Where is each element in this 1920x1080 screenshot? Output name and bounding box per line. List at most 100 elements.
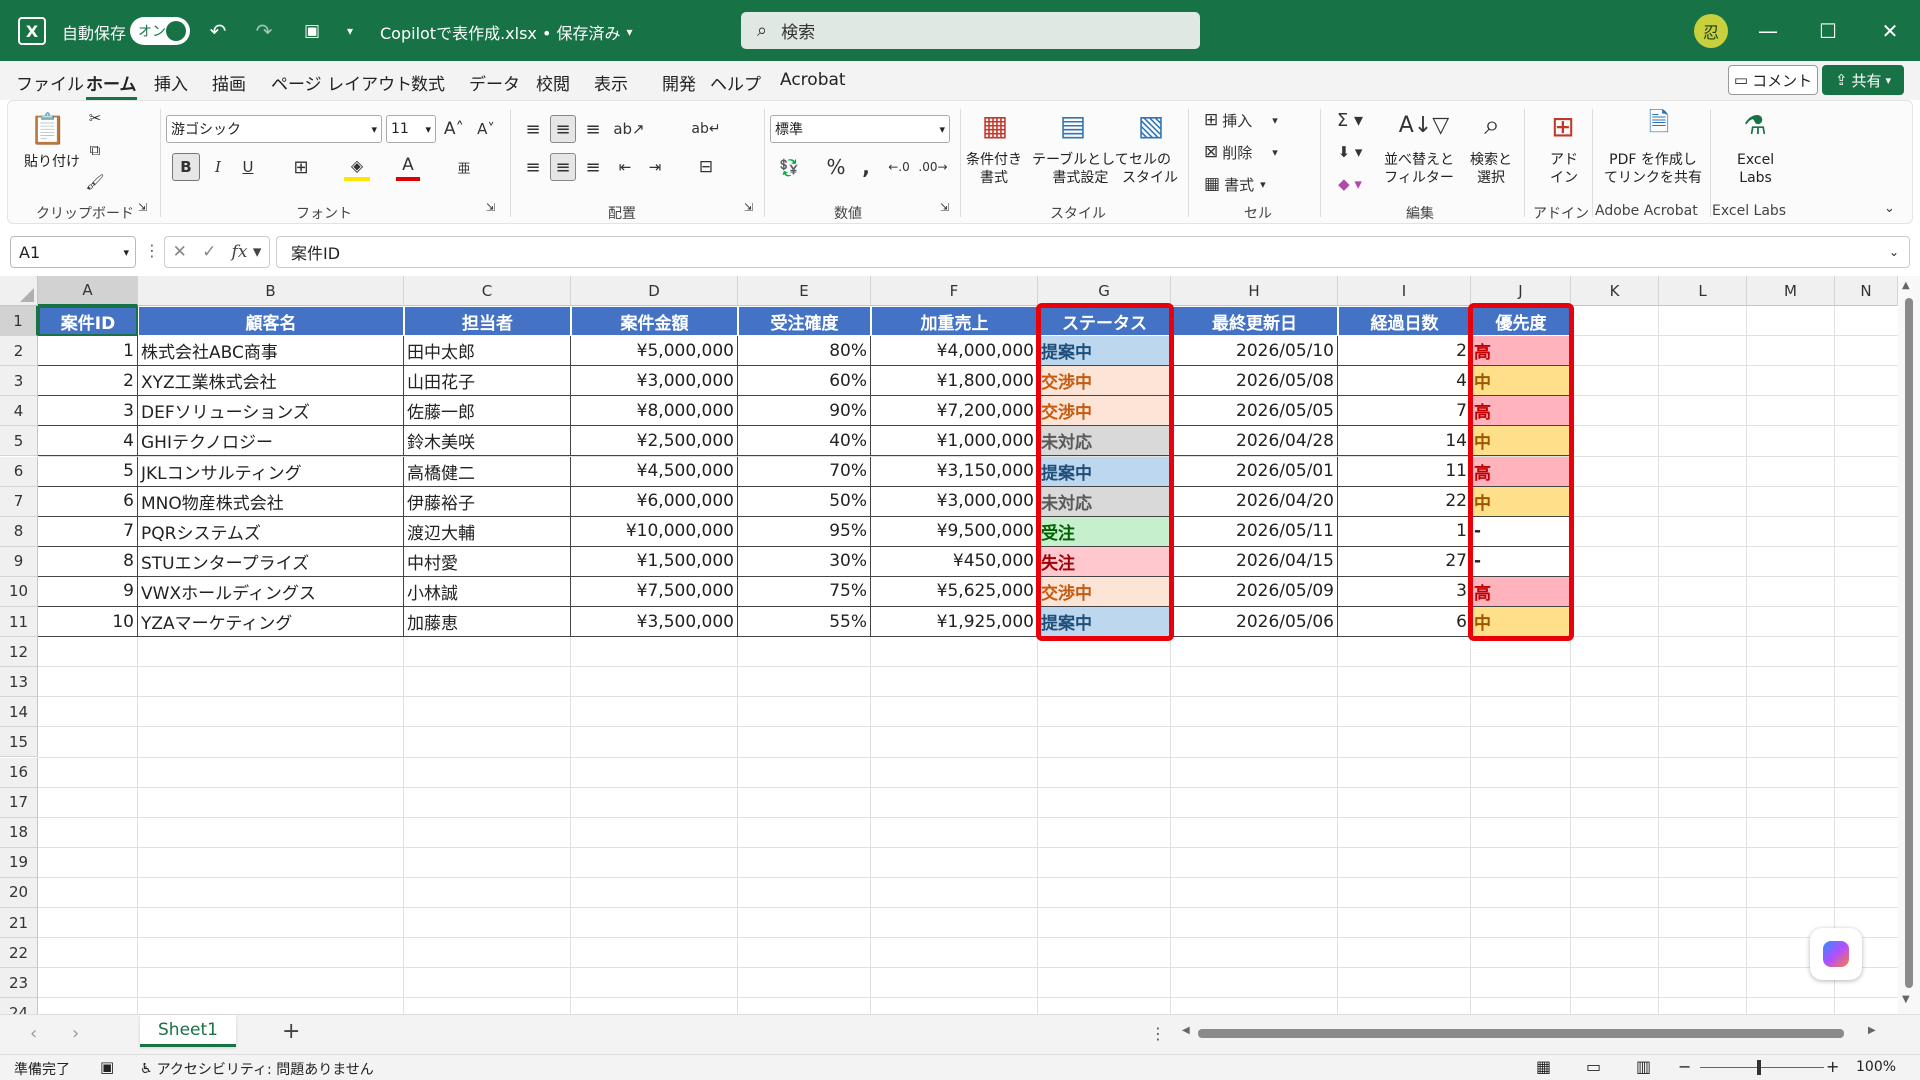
page-break-view-icon[interactable]: ▥ (1636, 1057, 1651, 1076)
sort-filter-icon[interactable]: A↓▽ (1399, 105, 1449, 145)
table-cell[interactable]: 2026/05/06 (1171, 607, 1338, 638)
table-cell[interactable]: 8 (38, 546, 138, 577)
table-header-cell[interactable]: 最終更新日 (1171, 306, 1338, 337)
document-title[interactable]: Copilotで表作成.xlsx • 保存済み ▾ (380, 20, 633, 44)
decrease-font-icon[interactable]: A˅ (474, 115, 498, 143)
font-color-icon[interactable]: A (396, 153, 420, 181)
align-left-icon[interactable]: ≡ (520, 153, 546, 181)
enter-icon[interactable]: ✓ (202, 242, 216, 262)
table-cell[interactable]: ¥1,800,000 (871, 366, 1038, 397)
row-header[interactable]: 16 (0, 757, 38, 788)
italic-icon[interactable]: I (206, 153, 230, 181)
table-cell[interactable]: 2026/05/11 (1171, 516, 1338, 547)
align-center-icon[interactable]: ≡ (550, 153, 576, 181)
row-header[interactable]: 19 (0, 847, 38, 878)
table-cell[interactable]: ¥1,925,000 (871, 607, 1038, 638)
table-cell[interactable]: 中村愛 (404, 546, 571, 577)
row-header[interactable]: 23 (0, 968, 38, 999)
row-header[interactable]: 22 (0, 938, 38, 969)
more-options-icon[interactable]: ⋮ (1150, 1024, 1166, 1043)
table-cell[interactable]: 2026/05/08 (1171, 366, 1338, 397)
sheet-tab[interactable]: Sheet1 (140, 1015, 236, 1047)
column-header[interactable]: F (871, 276, 1038, 306)
table-cell[interactable]: 4 (1338, 366, 1471, 397)
row-header[interactable]: 13 (0, 667, 38, 698)
cell-styles-button[interactable]: セルの スタイル (1122, 151, 1178, 187)
decrease-indent-icon[interactable]: ⇤ (612, 153, 638, 181)
table-cell[interactable]: 1 (38, 336, 138, 367)
conditional-format-icon[interactable]: ▦ (976, 107, 1014, 143)
row-header[interactable]: 11 (0, 607, 38, 638)
table-cell[interactable]: 40% (738, 426, 871, 457)
more-options-icon[interactable]: ⋮ (144, 241, 160, 260)
row-header[interactable]: 20 (0, 877, 38, 908)
row-header[interactable]: 14 (0, 697, 38, 728)
quick-access-icon[interactable]: ▣ (298, 18, 326, 44)
table-cell[interactable]: 山田花子 (404, 366, 571, 397)
cell-styles-icon[interactable]: ▧ (1132, 107, 1170, 143)
tab-0[interactable]: ファイル (16, 70, 84, 95)
row-header[interactable]: 17 (0, 787, 38, 818)
dialog-launcher-icon[interactable]: ⇲ (940, 201, 949, 214)
zoom-slider[interactable] (1700, 1067, 1824, 1068)
comma-style-icon[interactable]: , (856, 153, 876, 181)
tab-2[interactable]: 挿入 (154, 70, 188, 95)
dialog-launcher-icon[interactable]: ⇲ (138, 201, 147, 214)
table-header-cell[interactable]: 担当者 (404, 306, 571, 337)
table-header-cell[interactable]: 受注確度 (738, 306, 871, 337)
table-cell[interactable]: 9 (38, 576, 138, 607)
merge-center-icon[interactable]: ⊟ (692, 153, 720, 181)
find-select-icon[interactable]: ⌕ (1472, 105, 1512, 145)
table-header-cell[interactable]: 案件金額 (571, 306, 738, 337)
zoom-slider-thumb[interactable] (1757, 1060, 1761, 1075)
borders-icon[interactable]: ⊞ (288, 153, 314, 181)
table-cell[interactable]: 2026/05/09 (1171, 576, 1338, 607)
excel-labs-icon[interactable]: ⚗ (1736, 107, 1774, 145)
dialog-launcher-icon[interactable]: ⇲ (486, 201, 495, 214)
column-header[interactable]: G (1038, 276, 1171, 306)
column-header[interactable]: C (404, 276, 571, 306)
table-cell[interactable]: XYZ工業株式会社 (138, 366, 404, 397)
format-painter-icon[interactable]: 🖌 (84, 171, 106, 193)
fill-color-icon[interactable]: ◈ (344, 153, 370, 181)
table-cell[interactable]: ¥3,150,000 (871, 456, 1038, 487)
table-cell[interactable]: 3 (38, 396, 138, 427)
table-cell[interactable]: ¥3,500,000 (571, 607, 738, 638)
clear-icon[interactable]: ◆ ▾ (1330, 171, 1370, 197)
tab-4[interactable]: ページ レイアウト (271, 70, 412, 95)
fill-icon[interactable]: ⬇ ▾ (1330, 139, 1370, 165)
column-header[interactable]: K (1571, 276, 1659, 306)
format-as-table-button[interactable]: テーブルとして 書式設定 (1032, 151, 1129, 187)
horizontal-scrollbar[interactable]: ◀ ▶ (1178, 1023, 1898, 1045)
column-header[interactable]: H (1171, 276, 1338, 306)
table-cell[interactable]: 2026/05/10 (1171, 336, 1338, 367)
table-cell[interactable]: 7 (1338, 396, 1471, 427)
table-cell[interactable]: DEFソリューションズ (138, 396, 404, 427)
copy-icon[interactable]: ⧉ (84, 139, 106, 161)
table-cell[interactable]: 2026/04/15 (1171, 546, 1338, 577)
insert-cells-button[interactable]: ⊞ 挿入 ▾ (1204, 107, 1278, 133)
accounting-format-icon[interactable]: 💱 (774, 153, 804, 181)
addins-icon[interactable]: ⊞ (1544, 107, 1582, 145)
table-cell[interactable]: 渡辺大輔 (404, 516, 571, 547)
undo-icon[interactable]: ↶ (204, 18, 232, 44)
row-header[interactable]: 12 (0, 637, 38, 668)
table-cell[interactable]: 10 (38, 607, 138, 638)
table-cell[interactable]: 80% (738, 336, 871, 367)
autosum-icon[interactable]: Σ ▾ (1330, 107, 1370, 133)
table-header-cell[interactable]: 加重売上 (871, 306, 1038, 337)
table-cell[interactable]: 4 (38, 426, 138, 457)
table-cell[interactable]: 22 (1338, 486, 1471, 517)
next-sheet-icon[interactable]: › (72, 1023, 79, 1044)
column-header[interactable]: M (1747, 276, 1835, 306)
table-header-cell[interactable]: 顧客名 (138, 306, 404, 337)
table-cell[interactable]: 高橋健二 (404, 456, 571, 487)
tab-5[interactable]: 数式 (411, 70, 445, 95)
ribbon-collapse-icon[interactable]: ⌄ (1884, 201, 1895, 216)
align-middle-icon[interactable]: ≡ (550, 115, 576, 143)
column-header[interactable]: E (738, 276, 871, 306)
table-cell[interactable]: 鈴木美咲 (404, 426, 571, 457)
table-cell[interactable]: MNO物産株式会社 (138, 486, 404, 517)
align-right-icon[interactable]: ≡ (580, 153, 606, 181)
table-cell[interactable]: 小林誠 (404, 576, 571, 607)
